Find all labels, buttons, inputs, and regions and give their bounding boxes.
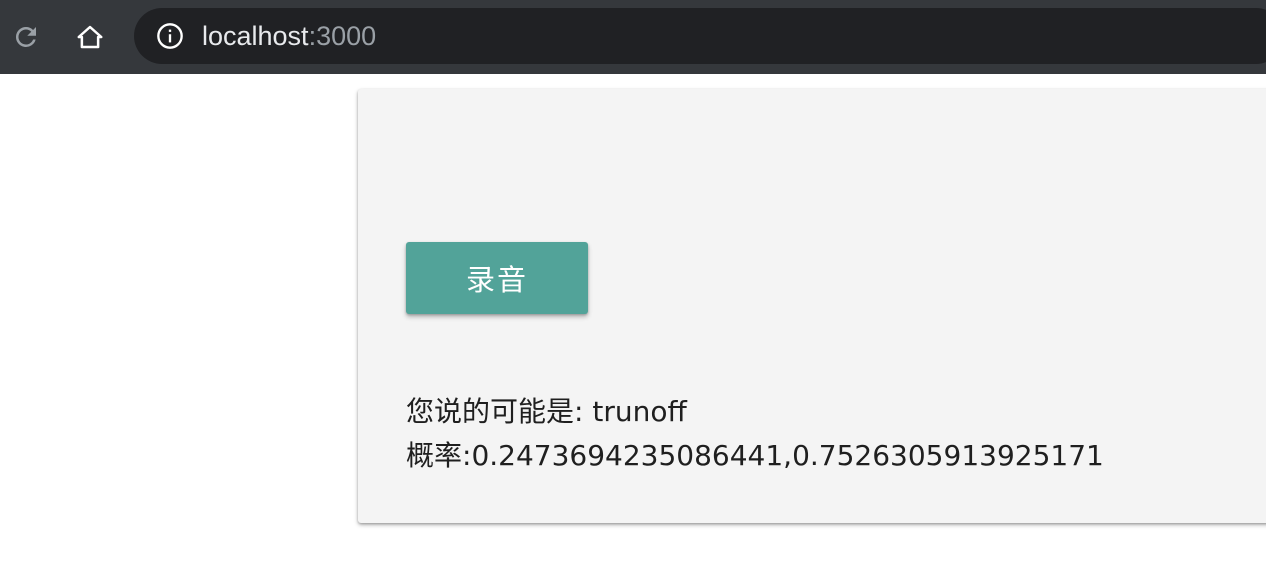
url-port: :3000 [308,21,377,51]
url-text[interactable]: localhost:3000 [202,21,376,51]
recorder-card: 录音 您说的可能是: trunoff 概率:0.2473694235086441… [358,89,1266,523]
prediction-value: trunoff [592,395,687,428]
probability-label: 概率: [406,439,472,472]
url-host: localhost [202,21,309,51]
prediction-result: 您说的可能是: trunoff [406,390,687,430]
reload-icon [15,26,37,47]
info-icon[interactable] [156,22,184,50]
home-icon [77,25,103,49]
reload-button[interactable] [6,17,46,57]
record-button[interactable]: 录音 [406,242,588,314]
probability-value: 0.2473694235086441,0.7526305913925171 [471,439,1104,472]
prediction-label: 您说的可能是: [406,395,593,428]
browser-toolbar: localhost:3000 [0,0,1266,74]
address-bar[interactable]: localhost:3000 [134,8,1266,64]
home-button[interactable] [70,17,110,57]
probability-result: 概率:0.2473694235086441,0.7526305913925171 [406,434,1104,474]
